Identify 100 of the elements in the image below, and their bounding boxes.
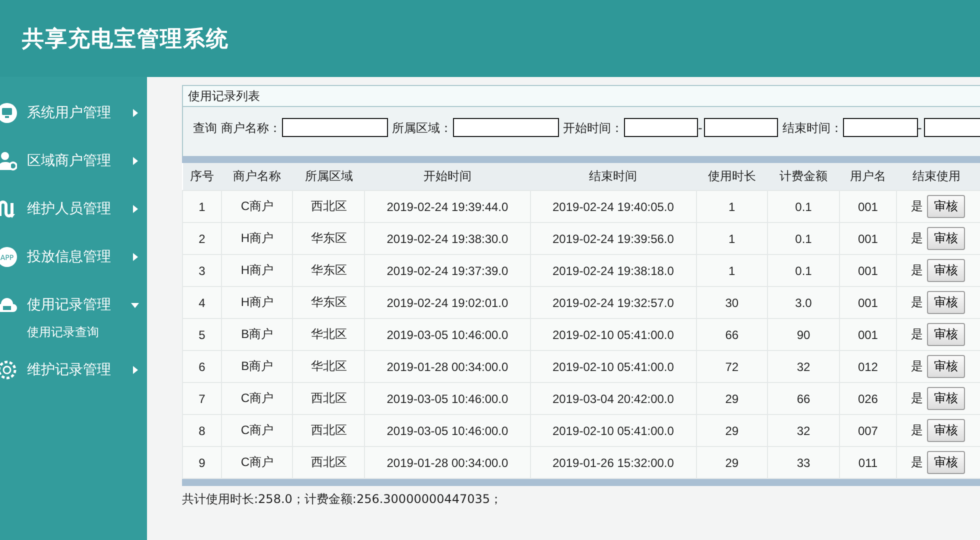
table-cell: C商户 bbox=[221, 190, 293, 222]
table-cell: 西北区 bbox=[292, 414, 365, 446]
table-cell: C商户 bbox=[221, 382, 293, 414]
column-header: 使用时长 bbox=[696, 163, 768, 190]
table-cell: 2019-01-28 00:34:00.0 bbox=[364, 446, 530, 478]
table-cell: H商户 bbox=[221, 254, 293, 286]
column-header: 结束时间 bbox=[530, 163, 696, 190]
table-cell: 2019-02-24 19:32:57.0 bbox=[530, 286, 696, 318]
review-button[interactable]: 审核 bbox=[927, 355, 966, 378]
review-button[interactable]: 审核 bbox=[927, 387, 966, 410]
table-cell: 026 bbox=[839, 382, 897, 414]
date-field[interactable] bbox=[924, 118, 980, 137]
table-cell: 5 bbox=[182, 318, 222, 350]
filter-label: 结束时间： bbox=[782, 120, 842, 137]
table-cell: 2019-02-24 19:40:05.0 bbox=[530, 190, 696, 222]
table-cell: 华北区 bbox=[292, 318, 365, 350]
table-cell: 2019-03-05 10:46:00.0 bbox=[364, 318, 530, 350]
table-cell: H商户 bbox=[221, 222, 293, 254]
table-cell: 3.0 bbox=[768, 286, 840, 318]
table-cell: 2019-03-05 10:46:00.0 bbox=[364, 382, 530, 414]
table-cell: 0.1 bbox=[768, 254, 840, 286]
column-header: 用户名 bbox=[839, 163, 897, 190]
table-cell: 66 bbox=[696, 318, 768, 350]
table-cell: 2019-03-04 20:42:00.0 bbox=[530, 382, 696, 414]
input-field[interactable] bbox=[452, 118, 559, 137]
summary-text: 共计使用时长:258.0；计费金额:256.30000000447035； bbox=[182, 491, 504, 508]
table-cell: 001 bbox=[839, 254, 897, 286]
table-cell: 1 bbox=[696, 222, 768, 254]
table-cell: H商户 bbox=[221, 286, 293, 318]
table-cell: 2019-02-24 19:02:01.0 bbox=[364, 286, 530, 318]
table-cell: 2019-02-24 19:37:39.0 bbox=[364, 254, 530, 286]
status-text: 是 bbox=[911, 391, 924, 405]
table-cell: 90 bbox=[768, 318, 840, 350]
table-cell: 2019-02-24 19:38:18.0 bbox=[530, 254, 696, 286]
range-separator: - bbox=[698, 120, 702, 137]
table-cell: 2019-01-26 15:32:00.0 bbox=[530, 446, 696, 478]
search-label: 查询 bbox=[193, 120, 217, 137]
table-cell: 华北区 bbox=[292, 350, 365, 382]
table-cell: 2019-03-05 10:46:00.0 bbox=[364, 414, 530, 446]
column-header: 所属区域 bbox=[292, 163, 365, 190]
table-cell: 9 bbox=[182, 446, 222, 478]
status-text: 是 bbox=[911, 295, 924, 309]
review-button[interactable]: 审核 bbox=[927, 291, 966, 314]
table-cell: 4 bbox=[182, 286, 222, 318]
table-cell: 33 bbox=[768, 446, 840, 478]
table-cell: 华东区 bbox=[292, 222, 365, 254]
table-cell: 西北区 bbox=[292, 446, 365, 478]
table-cell: 西北区 bbox=[292, 382, 365, 414]
date-field[interactable] bbox=[704, 118, 778, 137]
table-cell: 001 bbox=[839, 318, 897, 350]
table-cell: 1 bbox=[182, 190, 222, 222]
table-cell: 001 bbox=[839, 222, 897, 254]
table-cell: 西北区 bbox=[292, 190, 365, 222]
date-field[interactable] bbox=[624, 118, 698, 137]
table-cell: 30 bbox=[696, 286, 768, 318]
table-cell: 2019-02-10 05:41:00.0 bbox=[530, 350, 696, 382]
status-text: 是 bbox=[911, 423, 924, 437]
table-cell: 2019-02-24 19:38:30.0 bbox=[364, 222, 530, 254]
column-header: 结束使用 bbox=[896, 163, 980, 190]
table-cell: 32 bbox=[768, 414, 840, 446]
review-button[interactable]: 审核 bbox=[927, 451, 966, 474]
table-cell: 0.1 bbox=[768, 190, 840, 222]
review-button[interactable]: 审核 bbox=[927, 323, 966, 346]
table-cell: C商户 bbox=[221, 446, 293, 478]
input-field[interactable] bbox=[282, 118, 388, 137]
status-text: 是 bbox=[911, 327, 924, 341]
filter-label: 商户名称： bbox=[221, 120, 281, 137]
column-header: 序号 bbox=[182, 163, 222, 190]
route-icon bbox=[0, 199, 17, 219]
status-text: 是 bbox=[911, 199, 924, 213]
column-header: 计费金额 bbox=[768, 163, 840, 190]
table-cell: 2019-02-24 19:39:56.0 bbox=[530, 222, 696, 254]
review-button[interactable]: 审核 bbox=[927, 259, 966, 282]
status-text: 是 bbox=[911, 231, 924, 245]
table-cell: C商户 bbox=[221, 414, 293, 446]
status-text: 是 bbox=[911, 263, 924, 277]
table-cell: 华东区 bbox=[292, 254, 365, 286]
review-button[interactable]: 审核 bbox=[927, 227, 966, 250]
date-field[interactable] bbox=[843, 118, 918, 137]
user-gear-icon bbox=[0, 151, 17, 171]
table-cell: 66 bbox=[768, 382, 840, 414]
filter-label: 开始时间： bbox=[562, 120, 623, 137]
app-title: 共享充电宝管理系统 bbox=[22, 26, 229, 54]
table-cell: 2 bbox=[182, 222, 222, 254]
table-cell: B商户 bbox=[221, 350, 293, 382]
status-text: 是 bbox=[911, 455, 924, 469]
table-cell: 2019-02-10 05:41:00.0 bbox=[530, 414, 696, 446]
review-button[interactable]: 审核 bbox=[927, 419, 966, 442]
filter-label: 所属区域： bbox=[392, 120, 452, 137]
table-cell: B商户 bbox=[221, 318, 293, 350]
table-cell: 72 bbox=[696, 350, 768, 382]
table-cell: 29 bbox=[696, 382, 768, 414]
table-cell: 007 bbox=[839, 414, 897, 446]
review-button[interactable]: 审核 bbox=[927, 195, 966, 218]
table-cell: 2019-02-24 19:39:44.0 bbox=[364, 190, 530, 222]
column-header: 开始时间 bbox=[364, 163, 530, 190]
range-separator: - bbox=[918, 120, 922, 137]
table-cell: 29 bbox=[696, 446, 768, 478]
table-cell: 0.1 bbox=[768, 222, 840, 254]
gear-icon bbox=[0, 360, 17, 380]
